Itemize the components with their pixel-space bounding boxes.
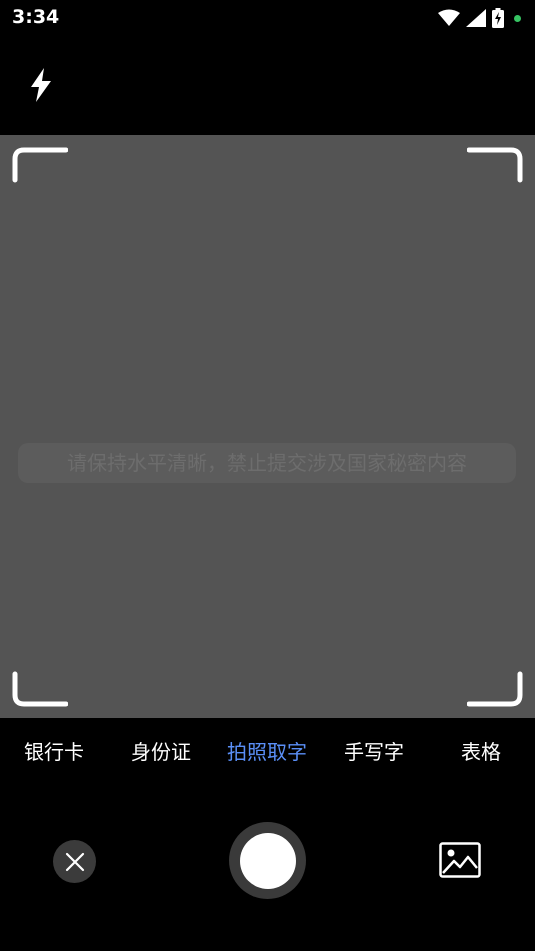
image-gallery-icon[interactable] [439,842,481,878]
wifi-icon [438,9,460,26]
battery-charging-icon [492,8,504,28]
shutter-button[interactable] [229,822,306,899]
mode-photo-text[interactable]: 拍照取字 [227,736,307,765]
close-button[interactable] [53,840,96,883]
mode-table[interactable]: 表格 [461,736,501,765]
frame-corner-bottom-left [12,671,68,707]
camera-viewfinder[interactable]: 请保持水平清晰，禁止提交涉及国家秘密内容 [0,135,535,718]
mode-handwriting[interactable]: 手写字 [344,736,404,765]
close-icon [65,852,84,871]
mode-selector: 银行卡 身份证 拍照取字 手写字 表格 [0,718,535,792]
status-icons [438,7,521,29]
frame-corner-top-right [467,147,523,183]
capture-hint: 请保持水平清晰，禁止提交涉及国家秘密内容 [18,443,516,483]
frame-corner-bottom-right [467,671,523,707]
flash-icon[interactable] [26,66,56,104]
signal-icon [466,9,486,27]
shutter-inner [239,832,296,889]
notification-dot [514,14,521,22]
frame-corner-top-left [12,147,68,183]
mode-bank-card[interactable]: 银行卡 [24,736,84,765]
status-bar: 3:34 [0,0,535,36]
status-time: 3:34 [12,6,60,28]
mode-id-card[interactable]: 身份证 [131,736,191,765]
